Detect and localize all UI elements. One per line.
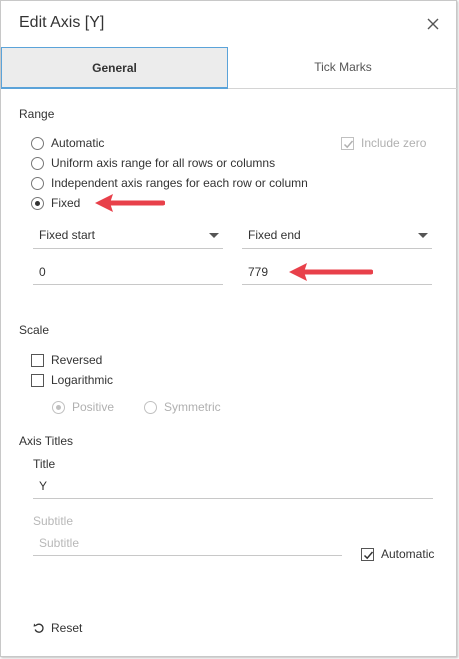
tab-general[interactable]: General <box>1 47 228 89</box>
automatic-subtitle-checkbox[interactable]: Automatic <box>361 545 434 563</box>
dialog-titlebar: Edit Axis [Y] <box>1 1 458 47</box>
radio-positive-indicator <box>52 400 65 414</box>
logarithmic-label: Logarithmic <box>51 373 114 387</box>
reversed-checkbox-box[interactable] <box>31 353 44 367</box>
radio-fixed[interactable]: Fixed <box>31 194 80 212</box>
radio-independent-range-indicator[interactable] <box>31 176 44 190</box>
logarithmic-checkbox[interactable]: Logarithmic <box>31 371 113 389</box>
title-field-label: Title <box>33 457 56 471</box>
radio-symmetric: Symmetric <box>144 398 221 416</box>
radio-positive: Positive <box>52 398 114 416</box>
edit-axis-dialog: Edit Axis [Y] General Tick Marks Range A… <box>0 0 458 657</box>
title-input[interactable] <box>33 473 433 499</box>
reversed-checkbox[interactable]: Reversed <box>31 351 102 369</box>
radio-uniform-range-indicator[interactable] <box>31 156 44 170</box>
radio-symmetric-indicator <box>144 400 157 414</box>
include-zero-label: Include zero <box>361 136 427 150</box>
annotation-arrow-end-value-icon <box>289 263 373 281</box>
dialog-title: Edit Axis [Y] <box>19 14 105 31</box>
automatic-label: Automatic <box>381 547 435 561</box>
chevron-down-icon <box>209 233 219 238</box>
scale-section-title: Scale <box>19 323 50 337</box>
radio-automatic-indicator[interactable] <box>31 136 44 150</box>
radio-fixed-indicator[interactable] <box>31 196 44 210</box>
reset-button[interactable]: Reset <box>33 619 82 637</box>
subtitle-field-label: Subtitle <box>33 514 74 528</box>
automatic-checkbox-box[interactable] <box>361 547 374 561</box>
radio-fixed-label: Fixed <box>51 196 81 210</box>
radio-independent-range-label: Independent axis ranges for each row or … <box>51 176 308 190</box>
tab-bar: General Tick Marks <box>1 47 458 89</box>
fixed-end-dropdown-value: Fixed end <box>248 228 301 242</box>
range-section-title: Range <box>19 107 55 121</box>
radio-symmetric-label: Symmetric <box>164 400 221 414</box>
undo-icon <box>33 623 44 633</box>
reset-label: Reset <box>51 621 83 635</box>
tab-tick-marks[interactable]: Tick Marks <box>228 47 458 89</box>
radio-automatic[interactable]: Automatic <box>31 134 104 152</box>
fixed-start-dropdown-value: Fixed start <box>39 228 96 242</box>
include-zero-check-icon <box>341 136 354 150</box>
radio-uniform-range[interactable]: Uniform axis range for all rows or colum… <box>31 154 275 172</box>
fixed-start-input[interactable] <box>33 259 223 285</box>
axis-titles-section-title: Axis Titles <box>19 434 74 448</box>
fixed-end-dropdown[interactable]: Fixed end <box>242 223 432 249</box>
reversed-label: Reversed <box>51 353 103 367</box>
radio-independent-range[interactable]: Independent axis ranges for each row or … <box>31 174 308 192</box>
radio-uniform-range-label: Uniform axis range for all rows or colum… <box>51 156 276 170</box>
fixed-start-dropdown[interactable]: Fixed start <box>33 223 223 249</box>
close-icon[interactable] <box>425 16 441 32</box>
subtitle-input[interactable] <box>33 530 342 556</box>
include-zero-checkbox: Include zero <box>341 134 426 152</box>
chevron-down-icon <box>418 233 428 238</box>
radio-automatic-label: Automatic <box>51 136 105 150</box>
logarithmic-checkbox-box[interactable] <box>31 373 44 387</box>
radio-positive-label: Positive <box>72 400 115 414</box>
annotation-arrow-fixed-icon <box>95 194 165 212</box>
